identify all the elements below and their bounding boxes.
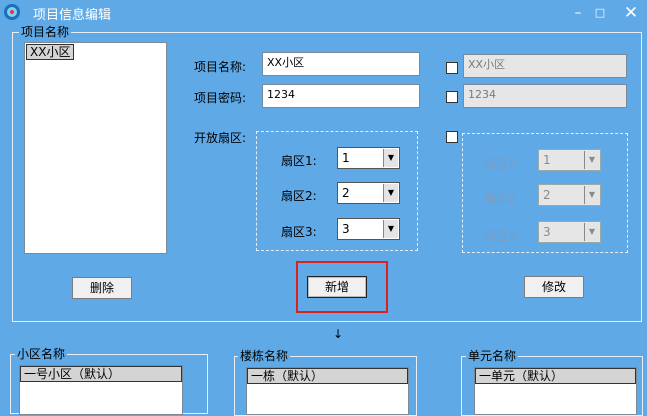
right-sector1-select[interactable]: 1 ▼: [538, 149, 601, 171]
community-group-title: 小区名称: [15, 347, 68, 361]
sector2-value: 2: [342, 186, 350, 200]
right-sector1-value: 1: [543, 153, 551, 167]
project-listbox[interactable]: XX小区: [24, 42, 167, 254]
app-icon: [4, 4, 20, 20]
down-arrow-icon: ↓: [333, 327, 344, 341]
right-name-input[interactable]: XX小区: [463, 54, 627, 78]
building-group-title: 楼栋名称: [238, 349, 291, 363]
right-sector2-label: 扇区2:: [484, 192, 520, 206]
sector1-label: 扇区1:: [281, 154, 317, 168]
chevron-down-icon[interactable]: ▼: [584, 151, 599, 169]
building-listbox[interactable]: 一栋（默认）: [246, 367, 409, 415]
right-password-input[interactable]: 1234: [463, 84, 627, 108]
chevron-down-icon[interactable]: ▼: [584, 186, 599, 204]
close-icon[interactable]: ✕: [620, 2, 642, 24]
unit-listbox[interactable]: 一单元（默认）: [474, 367, 637, 415]
sectors-checkbox[interactable]: [446, 131, 458, 143]
list-item[interactable]: 一号小区（默认）: [20, 366, 182, 382]
open-sectors-label: 开放扇区:: [194, 131, 247, 145]
sector3-select[interactable]: 3 ▼: [337, 218, 400, 240]
chevron-down-icon[interactable]: ▼: [383, 184, 398, 202]
sector1-select[interactable]: 1 ▼: [337, 147, 400, 169]
project-group-title: 项目名称: [19, 25, 72, 39]
modify-button[interactable]: 修改: [524, 276, 584, 298]
password-label: 项目密码:: [194, 91, 247, 105]
password-checkbox[interactable]: [446, 91, 458, 103]
minimize-icon[interactable]: –: [571, 2, 585, 24]
name-checkbox[interactable]: [446, 62, 458, 74]
list-item[interactable]: 一栋（默认）: [247, 368, 408, 384]
right-sector1-label: 扇区1:: [484, 157, 520, 171]
right-sector3-value: 3: [543, 225, 551, 239]
list-item[interactable]: XX小区: [26, 44, 75, 60]
community-listbox[interactable]: 一号小区（默认）: [19, 365, 183, 415]
delete-button[interactable]: 删除: [72, 277, 132, 299]
window-title: 项目信息编辑: [33, 8, 112, 23]
right-sector2-value: 2: [543, 188, 551, 202]
name-input[interactable]: XX小区: [262, 52, 420, 76]
sector2-select[interactable]: 2 ▼: [337, 182, 400, 204]
right-sector3-label: 扇区3:: [484, 229, 520, 243]
sector3-label: 扇区3:: [281, 225, 317, 239]
sector2-label: 扇区2:: [281, 189, 317, 203]
maximize-icon[interactable]: □: [589, 2, 611, 24]
add-button[interactable]: 新增: [307, 276, 367, 298]
name-label: 项目名称:: [194, 60, 247, 74]
right-sector3-select[interactable]: 3 ▼: [538, 221, 601, 243]
password-input[interactable]: 1234: [262, 84, 420, 108]
unit-group-title: 单元名称: [466, 349, 519, 363]
right-sector2-select[interactable]: 2 ▼: [538, 184, 601, 206]
sector1-value: 1: [342, 151, 350, 165]
list-item[interactable]: 一单元（默认）: [475, 368, 636, 384]
chevron-down-icon[interactable]: ▼: [383, 149, 398, 167]
chevron-down-icon[interactable]: ▼: [584, 223, 599, 241]
sector3-value: 3: [342, 222, 350, 236]
chevron-down-icon[interactable]: ▼: [383, 220, 398, 238]
